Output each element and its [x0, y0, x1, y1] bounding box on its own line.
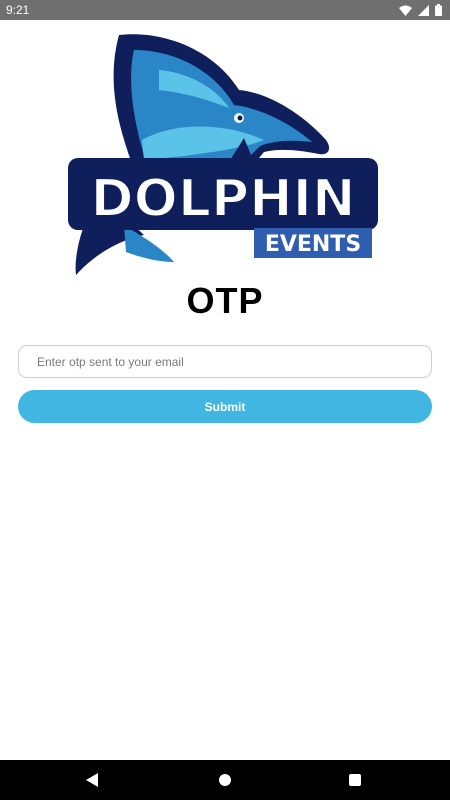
logo-brand-name: DOLPHIN — [90, 169, 355, 229]
otp-input[interactable] — [18, 345, 432, 378]
otp-screen: 9:21 DOLPHIN EVENTS OTP Enter otp sent t… — [0, 0, 450, 800]
back-icon — [86, 773, 98, 787]
battery-icon — [435, 4, 442, 16]
navigation-bar — [0, 760, 450, 800]
submit-button[interactable]: Submit — [18, 390, 432, 423]
back-button[interactable] — [72, 760, 112, 800]
status-time: 9:21 — [6, 3, 30, 17]
dolphin-logo-graphic: DOLPHIN EVENTS — [68, 34, 378, 275]
recents-button[interactable] — [335, 760, 375, 800]
status-bar: 9:21 — [0, 0, 450, 20]
cell-signal-icon — [418, 4, 429, 16]
recents-icon — [349, 774, 361, 786]
home-button[interactable] — [205, 760, 245, 800]
logo-brand-sub: EVENTS — [265, 232, 361, 257]
dolphin-events-logo: DOLPHIN EVENTS — [64, 30, 384, 280]
wifi-icon — [399, 5, 412, 16]
status-icons — [399, 4, 442, 16]
home-icon — [219, 774, 231, 786]
page-title: OTP — [186, 280, 264, 321]
